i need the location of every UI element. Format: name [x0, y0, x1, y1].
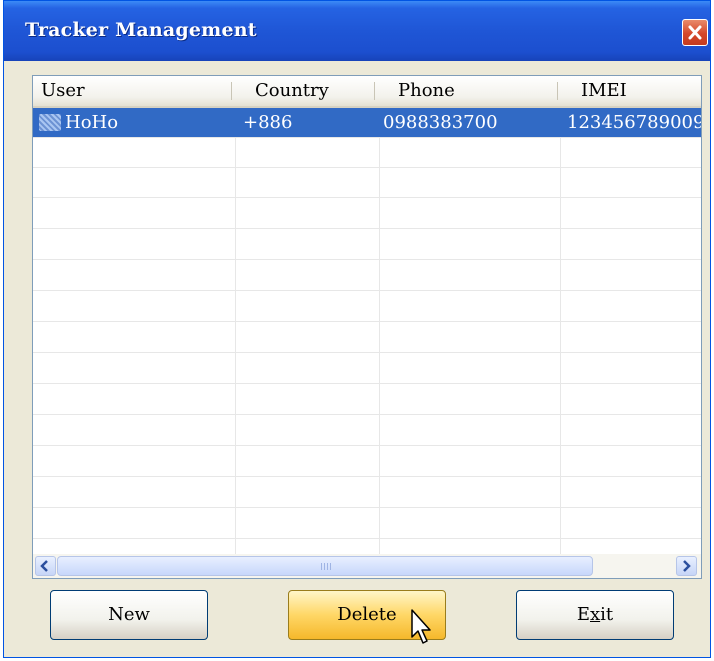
- grid-column-line: [235, 108, 236, 554]
- user-icon: [39, 114, 61, 131]
- cell-country: +886: [243, 112, 293, 133]
- grid-column-line: [560, 108, 561, 554]
- column-divider[interactable]: [374, 82, 375, 100]
- window-title: Tracker Management: [25, 19, 257, 41]
- grid-row-line: [33, 352, 701, 353]
- column-header-user[interactable]: User: [33, 76, 231, 106]
- close-icon: [688, 25, 702, 40]
- column-header-country[interactable]: Country: [247, 76, 387, 106]
- chevron-left-icon: [40, 560, 48, 572]
- new-button[interactable]: New: [50, 590, 208, 640]
- grid-row-line: [33, 538, 701, 539]
- grid-row-line: [33, 445, 701, 446]
- horizontal-scrollbar[interactable]: [33, 554, 701, 578]
- grid-row-line: [33, 228, 701, 229]
- grid-row-line: [33, 414, 701, 415]
- column-divider[interactable]: [557, 82, 558, 100]
- grid-row-line: [33, 476, 701, 477]
- cell-user: HoHo: [65, 112, 119, 133]
- exit-button-label-prefix: E: [576, 604, 590, 625]
- grid-row-line: [33, 259, 701, 260]
- cell-phone: 0988383700: [383, 112, 498, 133]
- scroll-thumb[interactable]: [57, 556, 593, 576]
- exit-button-mnemonic: x: [589, 604, 601, 625]
- grid-column-line: [379, 108, 380, 554]
- scroll-grip: [321, 563, 333, 570]
- grid-row-line: [33, 167, 701, 168]
- scroll-left-button[interactable]: [35, 556, 56, 576]
- list-body: HoHo +886 0988383700 1234567890098: [33, 108, 701, 554]
- list-header: User Country Phone IMEI: [33, 76, 701, 108]
- close-button[interactable]: [682, 19, 708, 46]
- tracker-list[interactable]: User Country Phone IMEI HoHo +886 098838…: [32, 75, 702, 579]
- grid-row-line: [33, 290, 701, 291]
- exit-button[interactable]: Exit: [516, 590, 674, 640]
- tracker-management-window: Tracker Management User Country Phone IM…: [3, 0, 711, 658]
- mouse-pointer-icon: [411, 609, 431, 644]
- grid-row-line: [33, 383, 701, 384]
- column-divider[interactable]: [231, 82, 232, 100]
- grid-row-line: [33, 137, 701, 138]
- chevron-right-icon: [683, 560, 691, 572]
- grid-row-line: [33, 507, 701, 508]
- column-header-imei[interactable]: IMEI: [573, 76, 701, 106]
- column-header-phone[interactable]: Phone: [390, 76, 560, 106]
- cell-imei: 1234567890098: [567, 112, 702, 133]
- grid-row-line: [33, 197, 701, 198]
- grid-row-line: [33, 321, 701, 322]
- exit-button-label-suffix: it: [600, 604, 614, 625]
- table-row[interactable]: HoHo +886 0988383700 1234567890098: [33, 108, 701, 137]
- title-bar[interactable]: Tracker Management: [4, 1, 710, 61]
- scroll-right-button[interactable]: [676, 556, 697, 576]
